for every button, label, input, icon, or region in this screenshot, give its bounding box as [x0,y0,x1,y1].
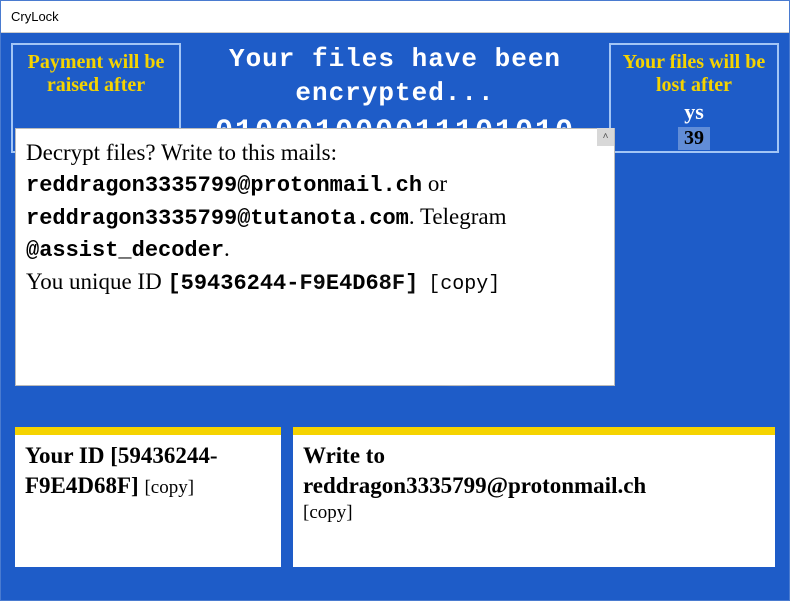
scroll-up-icon[interactable]: ˄ [597,128,614,146]
payment-raised-label: Payment will be raised after [28,51,165,96]
titlebar[interactable]: CryLock [1,1,789,33]
telegram-label: . Telegram [409,204,507,229]
decrypt-instruction: Decrypt files? Write to this mails: [26,137,604,168]
contact-email-2: reddragon3335799@tutanota.com [26,206,409,231]
files-lost-box: Your files will be lost after ys 39 [609,43,779,153]
unique-id-value: [59436244-F9E4D68F] [167,271,418,296]
write-to-email: reddragon3335799@protonmail.ch [303,471,765,501]
period: . [224,236,230,261]
your-id-card: Your ID [59436244-F9E4D68F] [copy] [15,427,281,567]
copy-your-id-button[interactable]: [copy] [144,477,194,498]
write-to-card: Write to reddragon3335799@protonmail.ch … [293,427,775,567]
your-id-label: Your ID [25,443,110,468]
or-text: or [422,171,447,196]
copy-id-button[interactable]: [copy] [428,273,500,296]
window-frame: CryLock Payment will be raised after You… [0,0,790,601]
files-lost-label: Your files will be lost after [615,51,773,97]
copy-email-button[interactable]: [copy] [303,501,765,526]
window-title: CryLock [11,9,59,24]
headline-text: Your files have been encrypted... [189,43,601,111]
files-lost-countdown: 39 [678,127,710,150]
contact-email-1: reddragon3335799@protonmail.ch [26,173,422,198]
bottom-row: Your ID [59436244-F9E4D68F] [copy] Write… [15,427,775,567]
unique-id-label: You unique ID [26,269,167,294]
message-panel: Decrypt files? Write to this mails: redd… [15,128,615,386]
content-area: Payment will be raised after Your files … [1,33,789,600]
write-to-label: Write to [303,441,765,471]
files-lost-days: ys [615,99,773,125]
telegram-handle: @assist_decoder [26,238,224,263]
